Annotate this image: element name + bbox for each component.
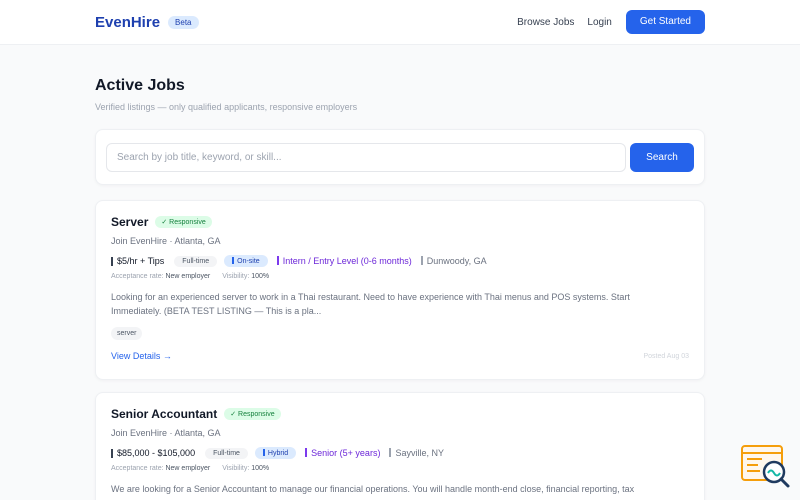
work-mode-label: On-site: [237, 258, 260, 265]
job-location: Dunwoody, GA: [420, 256, 487, 266]
visibility-label: Visibility:: [222, 273, 250, 280]
top-navbar: EvenHire Beta Browse Jobs Login Get Star…: [0, 0, 800, 45]
visibility-value: 100%: [251, 465, 270, 472]
acceptance-label: Acceptance rate:: [111, 273, 164, 280]
job-location-label: Sayville, NY: [395, 448, 444, 458]
acceptance-label: Acceptance rate:: [111, 465, 164, 472]
search-input[interactable]: [106, 142, 626, 172]
job-card-footer: View Details → Posted Aug 03: [111, 351, 689, 361]
get-started-button[interactable]: Get Started: [625, 10, 705, 34]
search-button[interactable]: Search: [630, 142, 694, 172]
page-title: Active Jobs: [95, 77, 185, 94]
job-description: We are looking for a Senior Accountant t…: [111, 484, 635, 494]
work-mode-label: Hybrid: [267, 450, 289, 457]
work-mode-chip: Hybrid: [254, 447, 297, 459]
job-meta-row: $5/hr + Tips Full-time On-site Intern / …: [111, 255, 689, 267]
salary-marker-icon: [111, 256, 113, 266]
job-card[interactable]: Senior Accountant ✓ Responsive Join Even…: [95, 392, 705, 500]
company-location: Join EvenHire · Atlanta, GA: [111, 428, 221, 438]
location-marker-icon: [420, 256, 423, 265]
job-title[interactable]: Server: [111, 215, 148, 229]
job-stats-row: Acceptance rate: New employer Visibility…: [111, 273, 689, 280]
experience-level-label: Senior (5+ years): [311, 448, 381, 458]
level-marker-icon: [305, 448, 308, 457]
salary-marker-icon: [111, 448, 113, 458]
experience-level: Intern / Entry Level (0-6 months): [276, 256, 412, 266]
salary: $5/hr + Tips: [117, 256, 165, 266]
page-subtitle: Verified listings — only qualified appli…: [95, 102, 358, 112]
location-marker-icon: [389, 448, 392, 457]
nav-links: Browse Jobs Login Get Started: [504, 10, 705, 34]
experience-level-label: Intern / Entry Level (0-6 months): [282, 256, 412, 266]
beta-badge: Beta: [168, 15, 199, 29]
company-location: Join EvenHire · Atlanta, GA: [111, 236, 221, 246]
job-location-label: Dunwoody, GA: [426, 256, 487, 266]
job-card[interactable]: Server ✓ Responsive Join EvenHire · Atla…: [95, 200, 705, 380]
brand: EvenHire Beta: [95, 14, 199, 31]
level-marker-icon: [276, 256, 279, 265]
work-mode-chip: On-site: [224, 255, 268, 267]
view-details-link[interactable]: View Details →: [111, 351, 172, 361]
salary: $85,000 - $105,000: [117, 448, 196, 458]
work-mode-marker-icon: [232, 257, 235, 264]
nav-browse-jobs-link[interactable]: Browse Jobs: [517, 17, 574, 28]
visibility-label: Visibility:: [222, 465, 250, 472]
acceptance-value: New employer: [165, 465, 211, 472]
nav-login-link[interactable]: Login: [587, 17, 611, 28]
job-title-row: Server ✓ Responsive: [111, 215, 689, 229]
logo[interactable]: EvenHire: [95, 14, 160, 31]
experience-level: Senior (5+ years): [305, 448, 380, 458]
job-title[interactable]: Senior Accountant: [111, 407, 217, 421]
job-type-chip: Full-time: [174, 255, 218, 267]
posted-date: Posted Aug 03: [643, 352, 689, 360]
responsive-badge: ✓ Responsive: [155, 216, 212, 228]
visibility-value: 100%: [251, 273, 270, 280]
acceptance-value: New employer: [165, 273, 211, 280]
work-mode-marker-icon: [262, 449, 265, 456]
skill-tag: server: [111, 327, 143, 340]
job-type-chip: Full-time: [205, 447, 248, 459]
job-title-row: Senior Accountant ✓ Responsive: [111, 407, 689, 421]
job-meta-row: $85,000 - $105,000 Full-time Hybrid Seni…: [111, 447, 689, 459]
main-content: Active Jobs Verified listings — only qua…: [95, 77, 705, 500]
job-description: Looking for an experienced server to wor…: [111, 292, 630, 316]
responsive-badge: ✓ Responsive: [224, 408, 281, 420]
job-stats-row: Acceptance rate: New employer Visibility…: [111, 465, 689, 472]
help-search-widget[interactable]: [740, 443, 792, 491]
help-search-icon: [741, 445, 790, 488]
job-location: Sayville, NY: [389, 448, 444, 458]
search-card: Search: [95, 129, 705, 185]
